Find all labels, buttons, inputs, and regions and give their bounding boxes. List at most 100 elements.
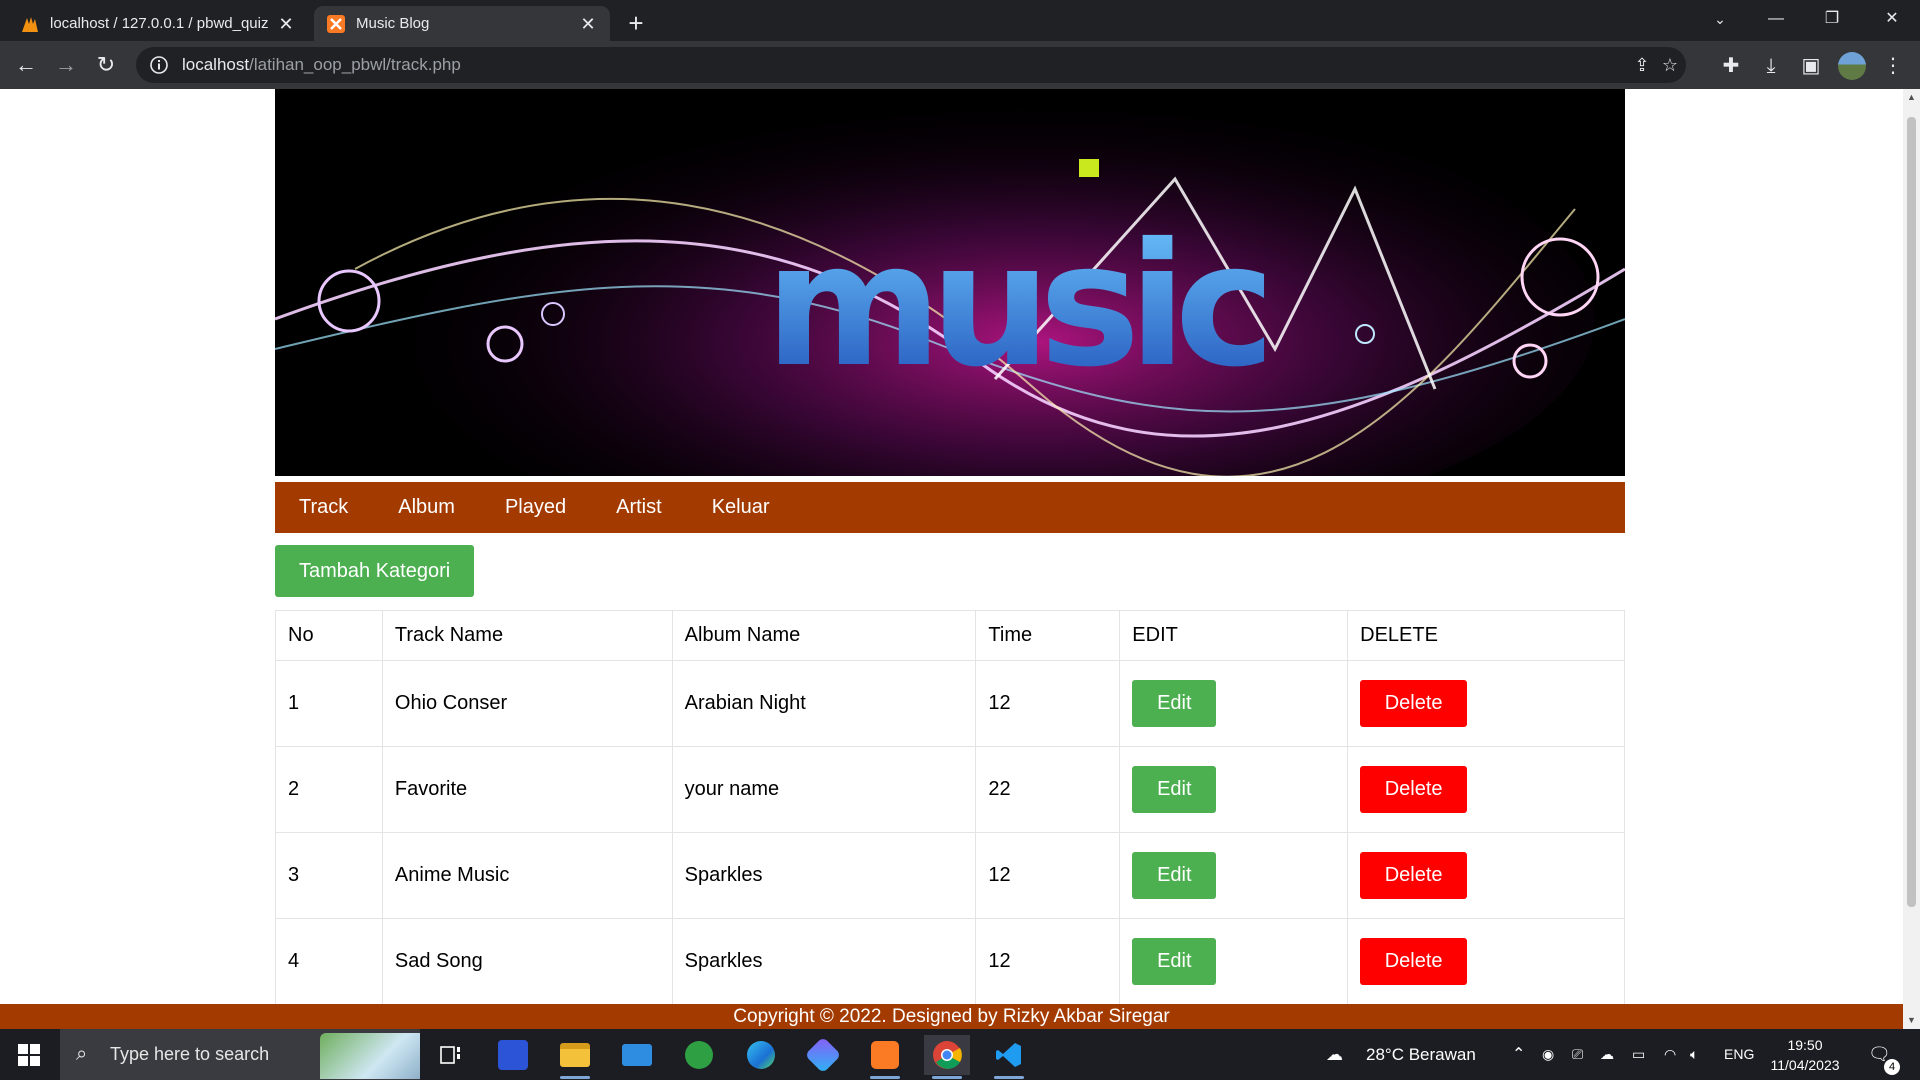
vscode-icon[interactable] xyxy=(986,1035,1032,1079)
file-explorer-icon[interactable] xyxy=(552,1035,598,1079)
battery-icon[interactable]: ▭ xyxy=(1632,1029,1645,1080)
xampp-icon xyxy=(326,14,346,34)
nav-played[interactable]: Played xyxy=(505,496,566,519)
tab-strip: localhost / 127.0.0.1 / pbwd_quiz ✕ Musi… xyxy=(0,0,1920,41)
mail-icon[interactable] xyxy=(614,1035,660,1075)
cell-no: 1 xyxy=(275,660,383,747)
search-icon: ⌕ xyxy=(76,1043,88,1065)
header-no: No xyxy=(275,610,383,661)
scroll-up-icon[interactable]: ▲ xyxy=(1903,89,1920,106)
cell-album-name: Arabian Night xyxy=(671,660,977,747)
add-category-button[interactable]: Tambah Kategori xyxy=(275,545,475,597)
cell-time: 12 xyxy=(975,660,1121,747)
xbox-icon[interactable] xyxy=(676,1035,722,1075)
edit-button[interactable]: Edit xyxy=(1132,766,1217,813)
cell-delete: Delete xyxy=(1347,746,1625,833)
nav-artist[interactable]: Artist xyxy=(616,496,662,519)
cell-track-name: Favorite xyxy=(381,746,673,833)
cell-time: 22 xyxy=(975,746,1121,833)
banner-word: music xyxy=(765,207,1265,405)
taskbar-search[interactable]: ⌕ Type here to search xyxy=(60,1029,420,1080)
edit-button[interactable]: Edit xyxy=(1132,938,1217,985)
extensions-icon[interactable]: ✚ xyxy=(1718,53,1744,79)
nav-track[interactable]: Track xyxy=(299,496,348,519)
forward-icon[interactable]: → xyxy=(50,49,82,81)
track-table: No Track Name Album Name Time EDIT DELET… xyxy=(275,610,1625,1005)
url-host: localhost xyxy=(182,55,250,74)
header-time: Time xyxy=(975,610,1121,661)
page-footer: Copyright © 2022. Designed by Rizky Akba… xyxy=(0,1004,1903,1029)
delete-button[interactable]: Delete xyxy=(1360,680,1468,727)
nav-album[interactable]: Album xyxy=(398,496,455,519)
nav-keluar[interactable]: Keluar xyxy=(712,496,770,519)
weather-text[interactable]: 28°C Berawan xyxy=(1366,1029,1476,1080)
tab-search-icon[interactable]: ⌄ xyxy=(1692,0,1748,41)
cell-no: 2 xyxy=(275,746,383,833)
cell-delete: Delete xyxy=(1347,918,1625,1005)
page-scrollbar[interactable]: ▲ ▼ xyxy=(1903,89,1920,1029)
delete-button[interactable]: Delete xyxy=(1360,938,1468,985)
delete-button[interactable]: Delete xyxy=(1360,766,1468,813)
tray-meet-icon[interactable]: ⎚ xyxy=(1572,1029,1583,1080)
header-album-name: Album Name xyxy=(671,610,977,661)
restore-icon[interactable]: ❐ xyxy=(1804,0,1860,41)
bing-chat-icon[interactable] xyxy=(800,1035,846,1075)
table-header-row: No Track Name Album Name Time EDIT DELET… xyxy=(275,610,1625,661)
close-tab-icon[interactable]: ✕ xyxy=(578,14,598,34)
show-hidden-icons[interactable]: ⌃ xyxy=(1512,1029,1525,1080)
app-mathtype-icon[interactable] xyxy=(490,1035,536,1075)
side-panel-icon[interactable]: ▣ xyxy=(1798,53,1824,79)
onedrive-icon[interactable]: ☁ xyxy=(1600,1029,1614,1080)
bookmark-star-icon[interactable]: ☆ xyxy=(1658,53,1682,77)
minimize-icon[interactable]: — xyxy=(1748,0,1804,41)
chrome-taskbar-icon[interactable] xyxy=(924,1035,970,1079)
scroll-down-icon[interactable]: ▼ xyxy=(1903,1012,1920,1029)
tab-phpmyadmin[interactable]: localhost / 127.0.0.1 / pbwd_quiz ✕ xyxy=(8,6,308,41)
edit-button[interactable]: Edit xyxy=(1132,680,1217,727)
delete-button[interactable]: Delete xyxy=(1360,852,1468,899)
site-info-icon[interactable] xyxy=(148,54,170,76)
share-icon[interactable]: ⇪ xyxy=(1630,53,1654,77)
menu-kebab-icon[interactable]: ⋮ xyxy=(1880,53,1906,79)
tab-music-blog[interactable]: Music Blog ✕ xyxy=(314,6,610,41)
search-highlight-image xyxy=(320,1033,420,1079)
back-icon[interactable]: ← xyxy=(10,49,42,81)
cell-edit: Edit xyxy=(1119,746,1349,833)
windows-start-icon[interactable] xyxy=(18,1044,40,1066)
weather-icon[interactable]: ☁ xyxy=(1326,1029,1343,1080)
cell-edit: Edit xyxy=(1119,918,1349,1005)
xampp-taskbar-icon[interactable] xyxy=(862,1035,908,1079)
scrollbar-thumb[interactable] xyxy=(1907,117,1916,907)
cell-time: 12 xyxy=(975,918,1121,1005)
new-tab-button[interactable]: + xyxy=(620,8,652,40)
browser-toolbar: ← → ↻ localhost/latihan_oop_pbwl/track.p… xyxy=(0,41,1920,89)
notification-count-badge: 4 xyxy=(1884,1059,1900,1075)
table-row: 4 Sad Song Sparkles 12 Edit Delete xyxy=(275,918,1625,1005)
close-window-icon[interactable]: ✕ xyxy=(1864,0,1920,41)
profile-avatar[interactable] xyxy=(1838,52,1866,80)
cell-track-name: Ohio Conser xyxy=(381,660,673,747)
address-bar[interactable]: localhost/latihan_oop_pbwl/track.php ⇪ ☆ xyxy=(136,47,1686,83)
edge-icon[interactable] xyxy=(738,1035,784,1075)
volume-icon[interactable]: 🔈︎ xyxy=(1690,1029,1698,1080)
language-indicator[interactable]: ENG xyxy=(1724,1029,1754,1080)
cell-delete: Delete xyxy=(1347,832,1625,919)
taskbar-clock[interactable]: 19:50 11/04/2023 xyxy=(1760,1035,1850,1075)
reload-icon[interactable]: ↻ xyxy=(90,49,122,81)
close-tab-icon[interactable]: ✕ xyxy=(276,14,296,34)
cell-edit: Edit xyxy=(1119,660,1349,747)
edit-button[interactable]: Edit xyxy=(1132,852,1217,899)
cell-track-name: Anime Music xyxy=(381,832,673,919)
cell-no: 4 xyxy=(275,918,383,1005)
wifi-icon[interactable]: ◠ xyxy=(1664,1029,1676,1080)
task-view-icon[interactable] xyxy=(428,1035,474,1075)
main-nav: Track Album Played Artist Keluar xyxy=(275,482,1625,533)
cell-no: 3 xyxy=(275,832,383,919)
tab-title: localhost / 127.0.0.1 / pbwd_quiz xyxy=(50,15,269,32)
cell-track-name: Sad Song xyxy=(381,918,673,1005)
cell-edit: Edit xyxy=(1119,832,1349,919)
page-container: music Track Album Played Artist Keluar T… xyxy=(275,89,1625,1005)
header-track-name: Track Name xyxy=(381,610,673,661)
tray-app-icon[interactable]: ◉ xyxy=(1542,1029,1554,1080)
download-icon[interactable]: ⤓ xyxy=(1758,53,1784,79)
